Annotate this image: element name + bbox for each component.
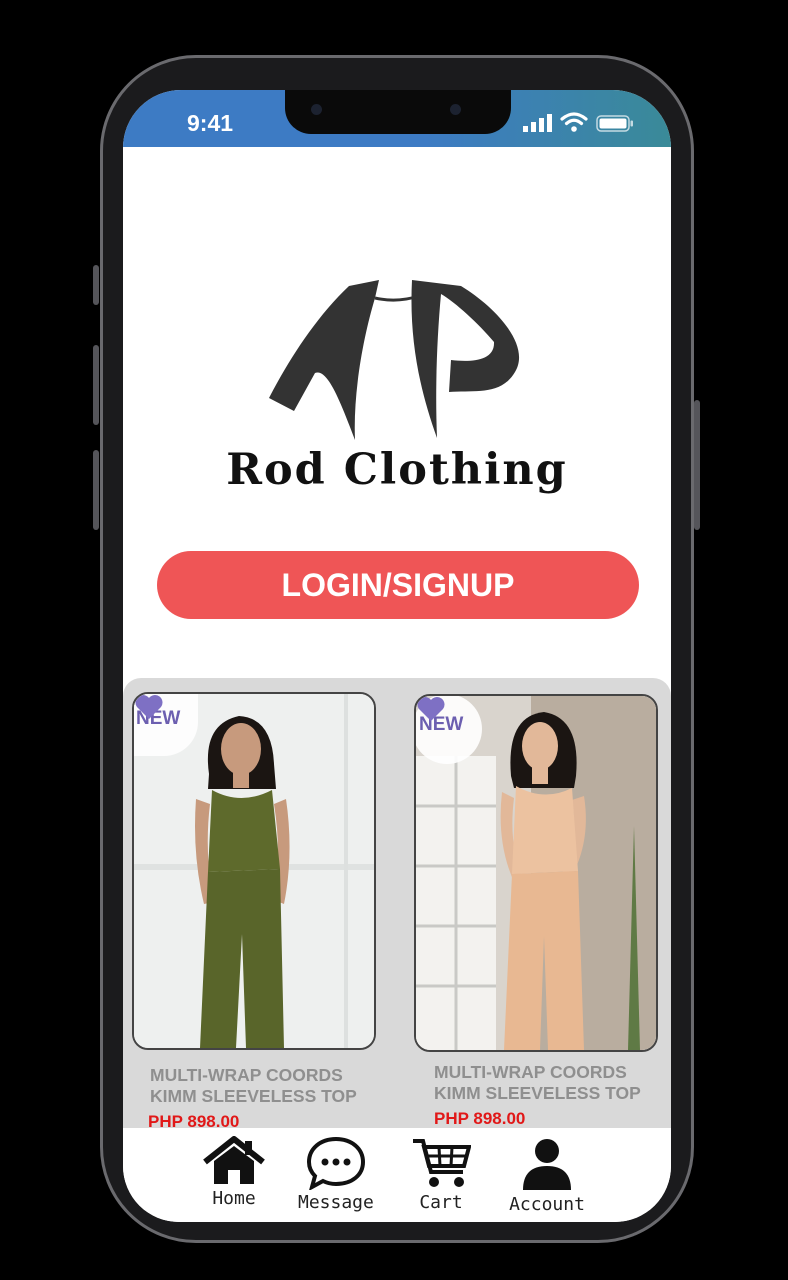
product-price: PHP 898.00 bbox=[434, 1109, 526, 1128]
brand-name: Rod Clothing bbox=[226, 445, 568, 495]
favorite-heart-icon[interactable] bbox=[416, 696, 446, 722]
bottom-nav: Home Message Cart Account bbox=[123, 1128, 671, 1222]
silent-switch bbox=[93, 265, 99, 305]
product-name: MULTI-WRAP COORDS KIMM SLEEVELESS TOP bbox=[434, 1062, 641, 1104]
product-card[interactable]: NEW bbox=[414, 694, 658, 1052]
app-screen: 9:41 Rod Clothing LOGIN/SIGNUP NEW MULTI… bbox=[123, 90, 671, 1222]
volume-up-button bbox=[93, 345, 99, 425]
message-icon bbox=[306, 1136, 365, 1190]
product-name-line2: KIMM SLEEVELESS TOP bbox=[434, 1083, 641, 1103]
cart-icon bbox=[413, 1139, 471, 1187]
nav-cart[interactable]: Cart bbox=[411, 1136, 471, 1213]
status-time: 9:41 bbox=[187, 110, 234, 136]
battery-icon bbox=[596, 115, 633, 132]
cellular-signal-icon bbox=[523, 114, 552, 132]
front-camera-icon bbox=[311, 104, 322, 115]
nav-cart-label: Cart bbox=[419, 1192, 463, 1213]
volume-down-button bbox=[93, 450, 99, 530]
status-bar: 9:41 bbox=[123, 90, 671, 147]
nav-message-label: Message bbox=[298, 1192, 374, 1213]
nav-home-label: Home bbox=[212, 1188, 256, 1209]
account-icon bbox=[523, 1139, 571, 1190]
nav-account-label: Account bbox=[509, 1194, 585, 1215]
brand-logo-icon bbox=[269, 280, 520, 440]
product-name-line1: MULTI-WRAP COORDS bbox=[150, 1065, 343, 1085]
power-button bbox=[694, 400, 700, 530]
product-name: MULTI-WRAP COORDS KIMM SLEEVELESS TOP bbox=[150, 1065, 357, 1107]
home-icon bbox=[203, 1136, 265, 1184]
sensor-icon bbox=[450, 104, 461, 115]
camera-notch bbox=[285, 90, 511, 134]
nav-account[interactable]: Account bbox=[505, 1136, 589, 1215]
nav-home[interactable]: Home bbox=[201, 1136, 267, 1209]
product-grid: NEW MULTI-WRAP COORDS KIMM SLEEVELESS TO… bbox=[123, 678, 671, 1133]
favorite-heart-icon[interactable] bbox=[134, 694, 164, 720]
product-name-line2: KIMM SLEEVELESS TOP bbox=[150, 1086, 357, 1106]
wifi-icon bbox=[560, 112, 588, 132]
product-card[interactable]: NEW bbox=[132, 692, 376, 1050]
login-signup-button[interactable]: LOGIN/SIGNUP bbox=[157, 551, 639, 619]
product-name-line1: MULTI-WRAP COORDS bbox=[434, 1062, 627, 1082]
nav-message[interactable]: Message bbox=[298, 1136, 374, 1213]
